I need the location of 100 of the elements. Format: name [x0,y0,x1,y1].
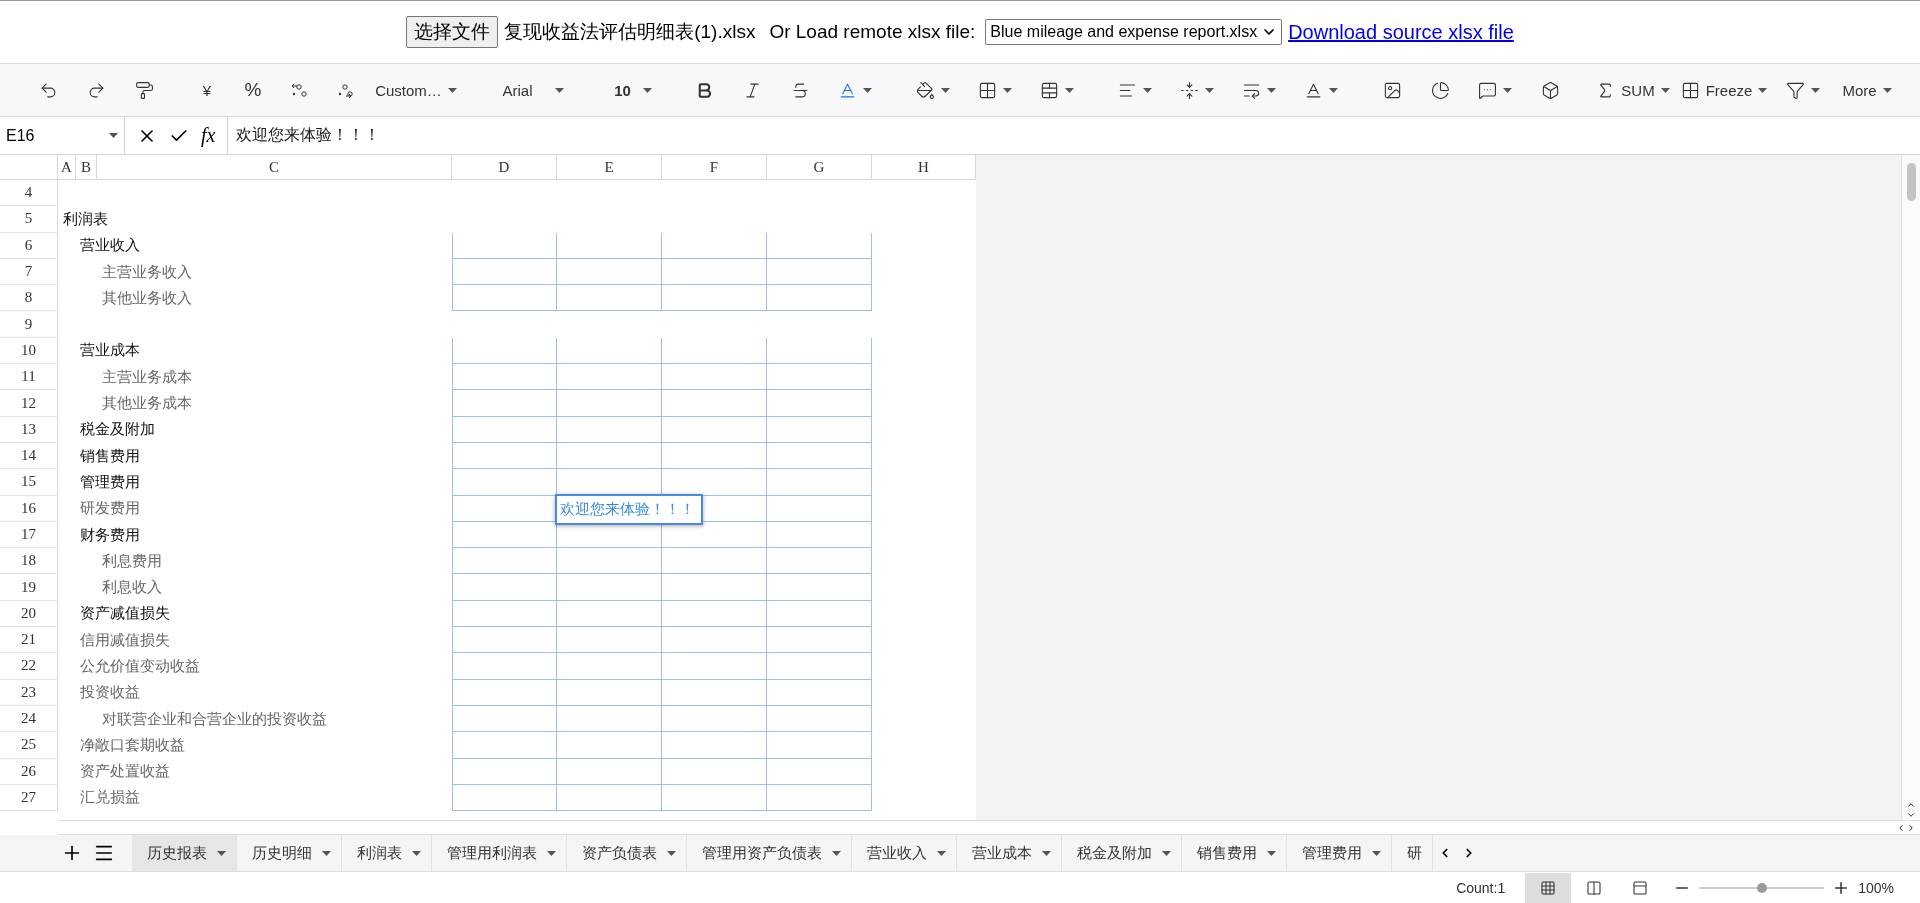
caret-icon[interactable] [1205,87,1214,93]
scroll-up-icon[interactable] [1906,800,1916,810]
filter-icon[interactable] [1786,80,1805,100]
row-header[interactable]: 8 [0,285,58,312]
row-label: 管理费用 [80,472,140,492]
row-header[interactable]: 7 [0,258,58,286]
caret-icon[interactable] [667,850,676,856]
caret-icon[interactable] [1811,87,1820,93]
column-header[interactable]: H [872,155,976,180]
merge-cells-icon[interactable] [1040,80,1059,100]
row-header[interactable]: 15 [0,469,58,496]
caret-icon[interactable] [554,87,564,93]
caret-icon[interactable] [1065,87,1074,93]
remote-file-select[interactable]: Blue mileage and expense report.xlsx [985,19,1283,45]
caret-icon[interactable] [941,87,950,93]
row-header[interactable]: 22 [0,653,58,680]
row-header[interactable]: 11 [0,364,58,391]
sheet-tab[interactable]: 历史报表 [132,835,237,871]
cell-reference-field[interactable]: E16 [0,117,125,154]
caret-icon[interactable] [109,133,118,138]
caret-icon[interactable] [863,87,872,93]
row-header[interactable]: 13 [0,416,58,443]
caret-icon[interactable] [937,850,946,856]
font-dropdown[interactable]: Arial [480,74,586,106]
vertical-align-icon[interactable] [1180,80,1199,100]
row-header[interactable]: 25 [0,732,58,759]
caret-icon[interactable] [1003,87,1012,93]
caret-icon[interactable] [322,850,331,856]
currency-button[interactable]: ¥ [184,74,230,106]
row-header[interactable]: 21 [0,627,58,654]
row-header[interactable]: 19 [0,574,58,601]
freeze-button[interactable]: Freeze [1676,74,1772,106]
row-header[interactable]: 14 [0,442,58,470]
column-header[interactable]: E [557,155,662,180]
sum-button[interactable]: SUM [1590,74,1676,106]
caret-icon[interactable] [1503,87,1512,93]
caret-icon[interactable] [1372,850,1381,856]
caret-icon[interactable] [1758,87,1768,93]
fill-color-icon[interactable] [916,80,935,100]
caret-icon[interactable] [642,87,652,93]
scroll-left-icon[interactable] [1896,822,1906,833]
comment-icon[interactable] [1478,80,1497,100]
caret-icon[interactable] [1660,87,1670,93]
row-header[interactable]: 9 [0,311,58,338]
row-header[interactable]: 16 [0,495,58,522]
caret-icon[interactable] [547,850,556,856]
column-header[interactable]: A [58,155,76,180]
caret-icon[interactable] [217,850,226,856]
caret-icon[interactable] [832,850,841,856]
caret-icon[interactable] [412,850,421,856]
column-header[interactable]: D [452,155,557,180]
row-label: 净敞口套期收益 [80,735,185,755]
function-label[interactable]: fx [201,124,216,147]
formula-field[interactable]: 欢迎您来体验！！！ [228,117,381,154]
row-header[interactable]: 27 [0,784,58,812]
row-label: 汇兑损益 [80,788,140,808]
caret-icon[interactable] [1329,87,1338,93]
row-header[interactable]: 17 [0,521,58,549]
row-header[interactable]: 23 [0,679,58,706]
column-header[interactable]: B [76,155,97,180]
horizontal-scrollbar[interactable] [58,820,1920,835]
caret-icon[interactable] [1267,87,1276,93]
row-header[interactable]: 10 [0,337,58,365]
vertical-scrollbar[interactable] [1901,155,1920,820]
scroll-down-icon[interactable] [1906,810,1916,820]
row-header[interactable]: 26 [0,758,58,785]
scrollbar-thumb[interactable] [1906,163,1916,201]
caret-icon[interactable] [1882,87,1892,93]
column-header[interactable]: C [97,155,452,180]
freeze-icon[interactable] [1680,80,1700,100]
percent-button[interactable]: % [230,74,276,106]
increase-decimal-icon[interactable] [290,81,308,99]
view-button[interactable] [1525,872,1572,903]
row-header[interactable]: 20 [0,600,58,628]
number-format-dropdown[interactable]: Custom… [368,74,464,106]
more-button[interactable]: More [1834,74,1900,106]
caret-icon[interactable] [1143,87,1152,93]
row-header[interactable]: 5 [0,206,58,233]
row-header[interactable]: 6 [0,232,58,259]
choose-file-button[interactable]: 选择文件 [406,16,499,48]
text-rotation-icon[interactable] [1304,80,1323,100]
row-header[interactable]: 4 [0,180,58,207]
row-label: 公允价值变动收益 [80,657,200,676]
caret-icon[interactable] [447,87,457,93]
decrease-decimal-icon[interactable] [336,81,354,99]
zoom-reading: 100% [1858,879,1894,896]
column-header[interactable]: F [662,155,767,180]
font-size-dropdown[interactable]: 10 [602,74,664,106]
download-link[interactable]: Download source xlsx file [1288,20,1514,44]
caret-icon[interactable] [1042,850,1051,856]
caret-icon[interactable] [1162,850,1171,856]
row-header[interactable]: 12 [0,390,58,417]
text-color-icon[interactable] [838,80,857,100]
borders-icon[interactable] [978,80,997,100]
column-header[interactable]: G [767,155,872,180]
row-header[interactable]: 24 [0,705,58,733]
selected-cell[interactable]: 欢迎您来体验！！！ [555,493,703,525]
scroll-right-icon[interactable] [1906,822,1916,833]
caret-icon[interactable] [1267,850,1276,856]
row-header[interactable]: 18 [0,548,58,575]
